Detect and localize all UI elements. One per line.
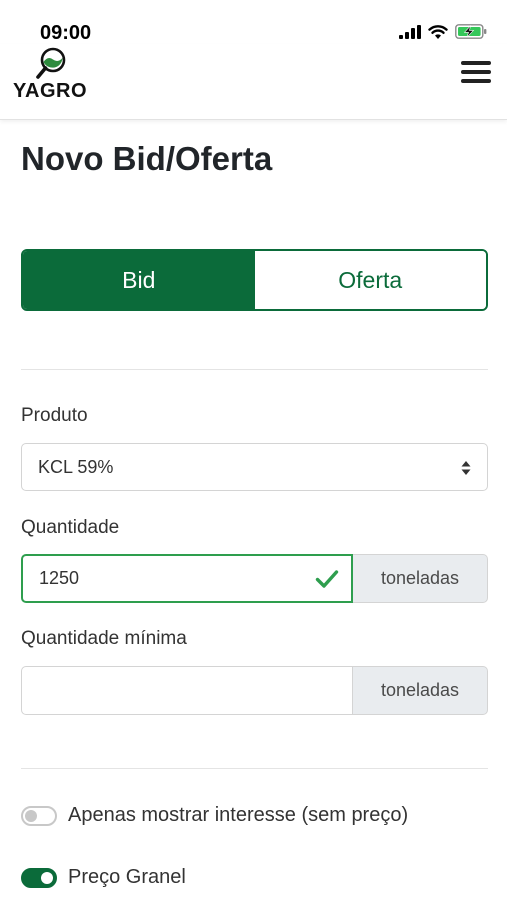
quantidade-value: 1250 bbox=[39, 568, 80, 588]
interest-only-label: Apenas mostrar interesse (sem preço) bbox=[68, 804, 409, 826]
produto-label: Produto bbox=[21, 405, 88, 426]
quantidade-minima-group: toneladas bbox=[21, 666, 488, 715]
status-icons bbox=[399, 24, 487, 39]
interest-only-switch[interactable] bbox=[21, 805, 57, 826]
bulk-price-switch[interactable] bbox=[21, 867, 57, 888]
hamburger-menu-icon[interactable] bbox=[461, 61, 491, 87]
status-bar: 09:00 bbox=[0, 0, 507, 48]
quantidade-label: Quantidade bbox=[21, 517, 120, 538]
battery-charging-icon bbox=[455, 24, 487, 39]
quantidade-input[interactable]: 1250 bbox=[21, 554, 353, 603]
bulk-price-label: Preço Granel bbox=[68, 866, 186, 888]
page-title: Novo Bid/Oferta bbox=[21, 140, 273, 177]
quantidade-group: 1250 toneladas bbox=[21, 554, 488, 603]
logo-text: YAGRO bbox=[13, 80, 88, 102]
quantidade-unit: toneladas bbox=[353, 554, 488, 603]
yagro-logo[interactable]: YAGRO bbox=[13, 46, 93, 102]
quantidade-minima-input[interactable] bbox=[21, 666, 353, 715]
offer-option[interactable]: Oferta bbox=[254, 251, 486, 309]
divider bbox=[21, 369, 488, 370]
magnifier-logo-icon bbox=[36, 47, 66, 79]
sort-caret-icon bbox=[461, 461, 471, 475]
divider bbox=[21, 768, 488, 769]
status-time: 09:00 bbox=[40, 22, 92, 44]
interest-only-toggle-row: Apenas mostrar interesse (sem preço) bbox=[21, 804, 408, 827]
quantidade-minima-unit: toneladas bbox=[353, 666, 488, 715]
produto-select[interactable]: KCL 59% bbox=[21, 443, 488, 491]
app-header: YAGRO bbox=[0, 44, 507, 120]
bid-offer-toggle: Bid Oferta bbox=[21, 249, 488, 311]
bid-option[interactable]: Bid bbox=[23, 251, 255, 309]
signal-icon bbox=[399, 24, 421, 39]
check-icon bbox=[315, 570, 339, 588]
quantidade-minima-label: Quantidade mínima bbox=[21, 628, 187, 649]
produto-selected-value: KCL 59% bbox=[38, 457, 114, 477]
bulk-price-toggle-row: Preço Granel bbox=[21, 866, 186, 889]
wifi-icon bbox=[428, 25, 448, 39]
